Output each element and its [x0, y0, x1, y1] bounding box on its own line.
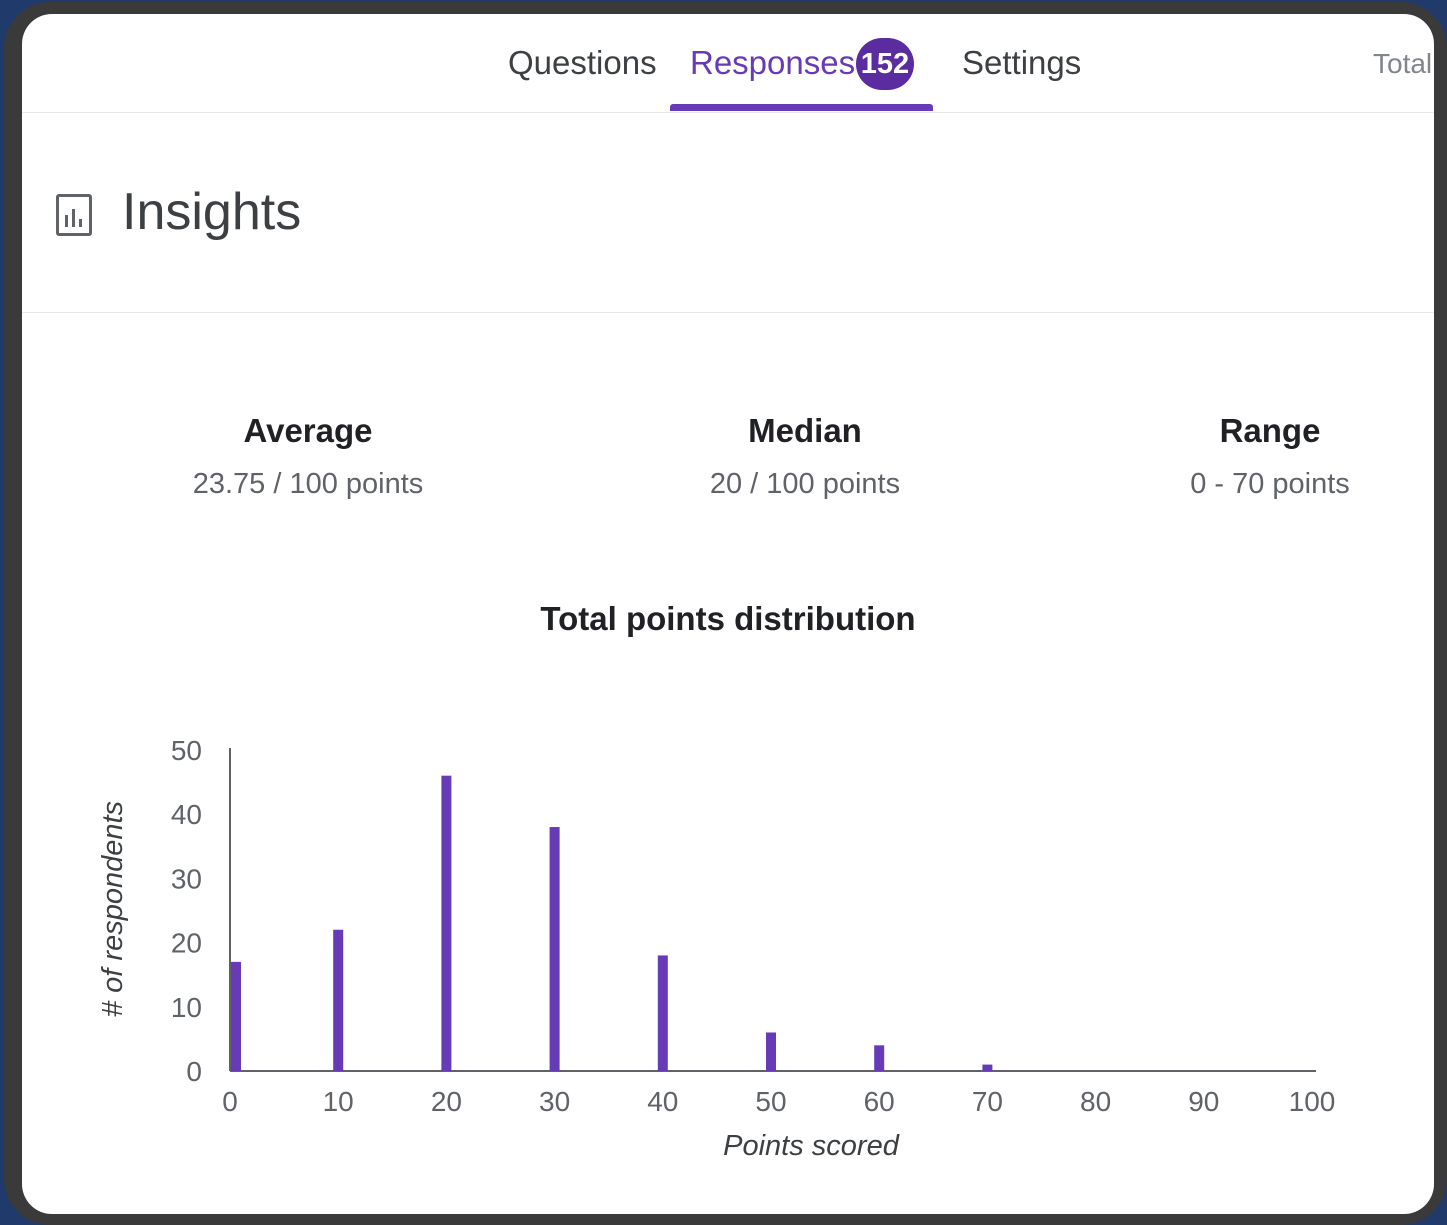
x-tick-label: 100 [1289, 1086, 1336, 1117]
x-tick-label: 30 [539, 1086, 570, 1117]
points-distribution-chart: 0 10 20 30 40 50 60 70 80 90 100 0 10 20 30 40 50 Points … [97, 735, 1336, 1162]
chart-bar [231, 961, 241, 1071]
x-tick-label: 40 [647, 1086, 678, 1117]
chart-bar [549, 827, 560, 1071]
x-tick-label: 20 [431, 1086, 462, 1117]
chart-bar [441, 775, 452, 1071]
chart-bar [874, 1045, 885, 1071]
y-tick-label: 40 [171, 799, 202, 830]
forms-screen: Questions Responses 152 Settings Total I… [22, 14, 1434, 1214]
y-tick-label: 50 [171, 735, 202, 766]
x-axis-title: Points scored [723, 1130, 900, 1162]
chart-bar [766, 1032, 776, 1071]
x-tick-label: 80 [1080, 1086, 1111, 1117]
x-tick-label: 70 [972, 1086, 1003, 1117]
y-tick-label: 30 [171, 863, 202, 894]
x-tick-label: 50 [755, 1086, 786, 1117]
x-tick-label: 90 [1188, 1086, 1219, 1117]
y-tick-label: 10 [171, 992, 202, 1023]
y-axis-title: # of respondents [97, 801, 129, 1017]
chart-bar [333, 929, 344, 1071]
x-tick-label: 60 [864, 1086, 895, 1117]
chart-bar [657, 955, 668, 1071]
chart-bar [982, 1064, 993, 1071]
y-tick-label: 20 [171, 928, 202, 959]
x-tick-label: 0 [222, 1086, 238, 1117]
x-tick-label: 10 [323, 1086, 354, 1117]
y-tick-label: 0 [186, 1056, 202, 1087]
